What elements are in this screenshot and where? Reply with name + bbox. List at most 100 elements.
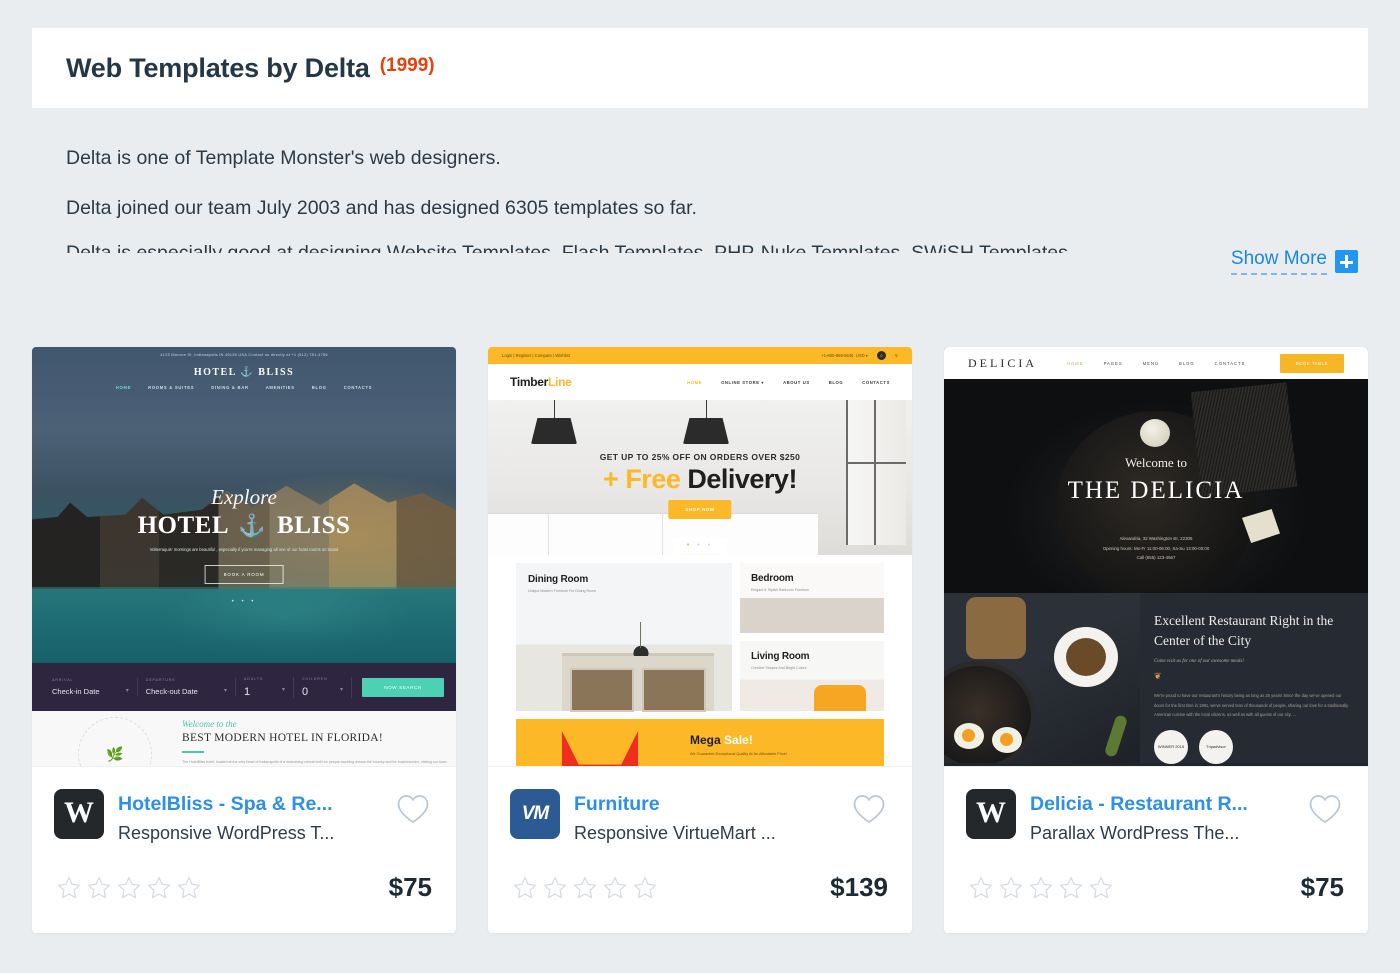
template-subtitle: Responsive VirtueMart ... <box>574 823 776 844</box>
template-preview-image[interactable]: Login | Register | Compare | Wishlist +1… <box>488 347 912 767</box>
nav-item: DINING & BAR <box>211 385 249 390</box>
logo-part-2: Line <box>548 375 572 389</box>
nav-item: BLOG <box>311 385 327 390</box>
template-card[interactable]: 4123 Monroe St, Indianapolis IN 46135 US… <box>32 347 456 934</box>
category-title: Dining Room <box>528 574 589 585</box>
delicia-header: DELICIA HOME PAGES MENU BLOG CONTACTS BO… <box>944 347 1368 379</box>
category-sub: Elegant & Stylish Bedroom Furniture <box>751 588 810 592</box>
cart-icon: 0 <box>876 351 886 360</box>
hotelbliss-hero-title: HOTEL ⚓ BLISS <box>32 512 456 540</box>
logo-part-1: Timber <box>510 375 548 389</box>
mega-sub: We Guarantee Exceptional Quality At An A… <box>690 752 787 756</box>
show-more-button[interactable]: Show More <box>1230 248 1358 275</box>
heart-icon[interactable] <box>852 789 890 830</box>
card-footer: $75 <box>944 846 1368 933</box>
anchor-icon: ⚓ <box>238 513 267 538</box>
delicia-nav: HOME PAGES MENU BLOG CONTACTS <box>1067 361 1245 366</box>
category-title: Living Room <box>751 651 810 662</box>
heart-icon[interactable] <box>1308 789 1346 830</box>
star-icon <box>603 876 627 899</box>
nav-item: BLOG <box>828 379 844 385</box>
wordpress-icon: W <box>966 789 1016 839</box>
hotelbliss-slider-dots: • • • <box>231 599 257 605</box>
timberline-mega-sale-banner: Mega Sale! We Guarantee Exceptional Qual… <box>516 719 884 766</box>
booking-field-adults: ADULTS 1 ▾ <box>236 676 295 698</box>
about-title: Excellent Restaurant Right in the Center… <box>1154 613 1334 648</box>
star-icon <box>633 876 657 899</box>
address: Alexandria, 32 Washington str, 22305 <box>1119 536 1193 541</box>
category-card-living: Living Room Creative Shapes And Bright C… <box>740 641 884 711</box>
book-table-button: BOOK TABLE <box>1279 353 1344 373</box>
cabinet-decor <box>562 653 714 712</box>
price: $75 <box>388 872 432 903</box>
hero-title-left: HOTEL <box>137 512 228 539</box>
topbar-left-links: Login | Register | Compare | Wishlist <box>502 353 570 358</box>
template-card[interactable]: DELICIA HOME PAGES MENU BLOG CONTACTS BO… <box>944 347 1368 934</box>
booking-search-button: NOW SEARCH <box>362 677 445 697</box>
hotelbliss-hero-button: BOOK A ROOM <box>204 565 284 584</box>
hotelbliss-nav: HOME ROOMS & SUITES DINING & BAR AMENITI… <box>32 385 456 390</box>
nav-item: HOME <box>115 385 132 390</box>
template-name-link[interactable]: HotelBliss - Spa & Re... <box>118 791 390 817</box>
designer-description: Delta is one of Template Monster's web d… <box>32 128 1368 253</box>
field-value: Check-out Date <box>145 687 198 696</box>
rating-stars[interactable] <box>512 875 658 901</box>
card-footer: $75 <box>32 846 456 933</box>
heart-icon[interactable] <box>396 789 434 830</box>
about-subtitle: Come visit us for one of our awesome mea… <box>1154 659 1244 665</box>
plant-decor <box>628 622 654 656</box>
star-icon <box>1089 876 1113 899</box>
field-label: ADULTS <box>244 676 264 681</box>
booking-field-children: CHILDREN 0 ▾ <box>294 676 353 698</box>
nav-item: PAGES <box>1103 360 1123 366</box>
field-label: CHILDREN <box>302 676 328 681</box>
template-preview-image[interactable]: 4123 Monroe St, Indianapolis IN 46135 US… <box>32 347 456 767</box>
template-card[interactable]: Login | Register | Compare | Wishlist +1… <box>488 347 912 934</box>
delicia-welcome-big: THE DELICIA <box>1067 477 1245 504</box>
headline-rest: Delivery! <box>687 464 797 494</box>
description-line-1: Delta is one of Template Monster's web d… <box>66 147 501 169</box>
field-value: Check-in Date <box>52 687 100 696</box>
ornament-icon: ❦ <box>1154 671 1162 682</box>
star-icon <box>513 876 537 899</box>
plus-icon <box>1335 250 1358 273</box>
hotelbliss-booking-bar: ARRIVAL Check-in Date ▾ DEPARTURE Check-o… <box>32 663 456 711</box>
rating-stars[interactable] <box>968 875 1114 901</box>
hotelbliss-script-word: Explore <box>211 485 277 509</box>
armchair-decor <box>814 685 866 711</box>
opening-hours: Opening hours: Mo-Fr 11:00-06:00, Sa-Su … <box>1102 545 1210 551</box>
coffee-cup-decor <box>1054 627 1118 687</box>
template-name-link[interactable]: Delicia - Restaurant R... <box>1030 791 1302 817</box>
hotelbliss-tagline: Volterraquis' mornings are beautiful , e… <box>149 547 339 552</box>
timberline-category-cards: Dining Room Unique Modern Furniture For … <box>516 563 884 712</box>
topbar-right-info: +1-800-859-5546 USD ▾ <box>821 353 868 358</box>
chevron-down-icon: ▾ <box>125 688 129 694</box>
delicia-welcome-small: Welcome to <box>1124 455 1188 470</box>
star-icon <box>969 876 993 899</box>
shop-now-button: SHOP NOW <box>668 500 732 519</box>
welcome-body: The HotelBliss hotel, located at the ver… <box>182 760 448 764</box>
star-icon <box>87 876 111 899</box>
card-meta: VM Furniture Responsive VirtueMart ... <box>488 767 912 846</box>
chevron-down-icon: ▾ <box>224 688 228 694</box>
timberline-topbar: Login | Register | Compare | Wishlist +1… <box>488 347 912 364</box>
timberline-headline: + Free Delivery! <box>488 464 912 495</box>
template-preview-image[interactable]: DELICIA HOME PAGES MENU BLOG CONTACTS BO… <box>944 347 1368 767</box>
template-name-link[interactable]: Furniture <box>574 791 846 817</box>
chevron-down-icon: ▾ <box>340 686 344 693</box>
template-subtitle: Parallax WordPress The... <box>1030 823 1240 844</box>
award-badges: WINNER 2015 Tripadvisor <box>1154 730 1352 765</box>
field-label: DEPARTURE <box>145 678 176 682</box>
nav-item: BLOG <box>1179 360 1195 366</box>
nav-item: HOME <box>1067 360 1084 366</box>
mega-title-light: Sale! <box>724 733 753 747</box>
card-footer: $139 <box>488 846 912 933</box>
template-subtitle: Responsive WordPress T... <box>118 823 335 844</box>
award-badge-winner: WINNER 2015 <box>1154 730 1188 765</box>
welcome-small: Welcome to the <box>182 719 237 729</box>
field-value: 0 <box>302 685 309 698</box>
category-sub: Unique Modern Furniture For Dining Room <box>528 589 597 593</box>
rating-stars[interactable] <box>56 875 202 901</box>
cutting-board-decor <box>966 597 1026 659</box>
cucumber-decor <box>1103 714 1129 758</box>
